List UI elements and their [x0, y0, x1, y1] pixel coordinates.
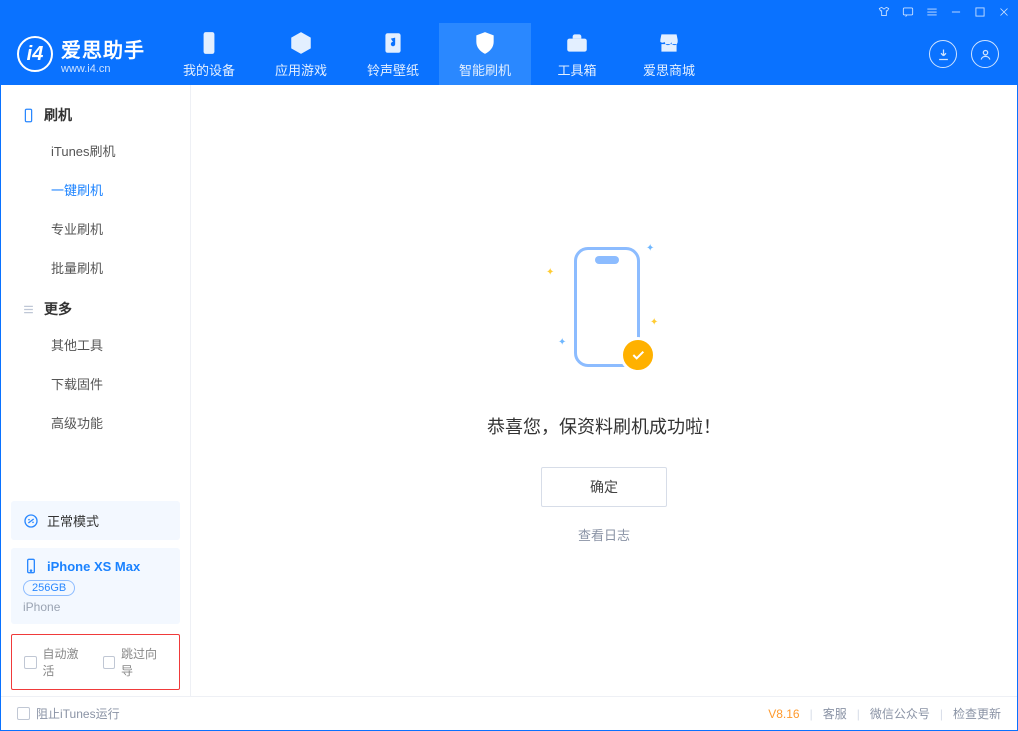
brand-domain: www.i4.cn [61, 63, 145, 75]
tab-toolbox[interactable]: 工具箱 [531, 23, 623, 85]
checkbox-skip-guide[interactable]: 跳过向导 [103, 645, 168, 679]
separator: | [857, 707, 860, 721]
tab-label: 爱思商城 [643, 60, 695, 79]
device-capacity: 256GB [23, 580, 75, 596]
sidebar-item-batch-flash[interactable]: 批量刷机 [1, 248, 190, 287]
sidebar-item-other-tools[interactable]: 其他工具 [1, 325, 190, 364]
success-message: 恭喜您，保资料刷机成功啦！ [487, 413, 721, 439]
checkbox-label: 自动激活 [43, 645, 89, 679]
phone-outline-icon [21, 108, 36, 123]
tab-store[interactable]: 爱思商城 [623, 23, 715, 85]
app-header: i4 爱思助手 www.i4.cn 我的设备 应用游戏 铃声壁纸 智能刷机 [1, 23, 1017, 85]
brand-logo-icon: i4 [17, 36, 53, 72]
sidebar-section-flash: 刷机 [1, 93, 190, 131]
checkbox-auto-activate[interactable]: 自动激活 [24, 645, 89, 679]
sidebar: 刷机 iTunes刷机 一键刷机 专业刷机 批量刷机 更多 其他工具 下载固件 … [1, 85, 191, 696]
sidebar-item-download-firmware[interactable]: 下载固件 [1, 364, 190, 403]
cube-icon [288, 30, 314, 56]
separator: | [940, 707, 943, 721]
store-icon [656, 30, 682, 56]
brand[interactable]: i4 爱思助手 www.i4.cn [1, 23, 163, 85]
window-titlebar [1, 1, 1017, 23]
link-support[interactable]: 客服 [823, 705, 847, 722]
feedback-icon[interactable] [901, 5, 915, 19]
checkbox-box-icon [17, 707, 30, 720]
sparkle-icon: ✦ [646, 243, 654, 254]
device-icon [23, 558, 39, 574]
device-type: iPhone [23, 600, 168, 614]
tab-label: 智能刷机 [459, 60, 511, 79]
tab-label: 我的设备 [183, 60, 235, 79]
mode-label: 正常模式 [47, 511, 99, 530]
menu-icon[interactable] [925, 5, 939, 19]
ok-button[interactable]: 确定 [541, 467, 667, 507]
view-log-link[interactable]: 查看日志 [578, 525, 630, 544]
checkbox-stop-itunes[interactable]: 阻止iTunes运行 [17, 705, 120, 722]
tab-ringtones-wallpapers[interactable]: 铃声壁纸 [347, 23, 439, 85]
toolbox-icon [564, 30, 590, 56]
main-content: ✦ ✦ ✦ ✦ 恭喜您，保资料刷机成功啦！ 确定 查看日志 [191, 85, 1017, 696]
close-icon[interactable] [997, 5, 1011, 19]
list-icon [21, 302, 36, 317]
music-note-icon [380, 30, 406, 56]
tab-smart-flash[interactable]: 智能刷机 [439, 23, 531, 85]
flash-options-highlight: 自动激活 跳过向导 [11, 634, 180, 690]
tab-apps-games[interactable]: 应用游戏 [255, 23, 347, 85]
version-label: V8.16 [768, 707, 799, 721]
separator: | [810, 707, 813, 721]
device-mode-panel[interactable]: 正常模式 [11, 501, 180, 540]
sparkle-icon: ✦ [650, 317, 658, 328]
link-check-update[interactable]: 检查更新 [953, 705, 1001, 722]
sidebar-item-pro-flash[interactable]: 专业刷机 [1, 209, 190, 248]
sparkle-icon: ✦ [558, 337, 566, 348]
status-bar: 阻止iTunes运行 V8.16 | 客服 | 微信公众号 | 检查更新 [1, 696, 1017, 730]
tab-my-device[interactable]: 我的设备 [163, 23, 255, 85]
sidebar-item-itunes-flash[interactable]: iTunes刷机 [1, 131, 190, 170]
section-title: 刷机 [44, 105, 72, 125]
brand-name: 爱思助手 [61, 34, 145, 63]
device-info-panel[interactable]: iPhone XS Max 256GB iPhone [11, 548, 180, 624]
checkbox-label: 跳过向导 [121, 645, 167, 679]
tab-label: 工具箱 [557, 60, 596, 79]
tab-label: 铃声壁纸 [367, 60, 419, 79]
checkbox-box-icon [24, 656, 37, 669]
device-name: iPhone XS Max [47, 559, 140, 574]
download-manager-button[interactable] [929, 40, 957, 68]
sparkle-icon: ✦ [546, 267, 554, 278]
sidebar-item-one-click-flash[interactable]: 一键刷机 [1, 170, 190, 209]
link-wechat[interactable]: 微信公众号 [870, 705, 930, 722]
maximize-icon[interactable] [973, 5, 987, 19]
minimize-icon[interactable] [949, 5, 963, 19]
tshirt-icon[interactable] [877, 5, 891, 19]
mode-normal-icon [23, 513, 39, 529]
shield-refresh-icon [472, 30, 498, 56]
check-badge-icon [620, 337, 656, 373]
checkbox-box-icon [103, 656, 116, 669]
main-tabs: 我的设备 应用游戏 铃声壁纸 智能刷机 工具箱 爱思商城 [163, 23, 715, 85]
success-illustration: ✦ ✦ ✦ ✦ [544, 237, 664, 387]
section-title: 更多 [44, 299, 72, 319]
sidebar-item-advanced[interactable]: 高级功能 [1, 403, 190, 442]
tab-label: 应用游戏 [275, 60, 327, 79]
account-button[interactable] [971, 40, 999, 68]
phone-icon [196, 30, 222, 56]
checkbox-label: 阻止iTunes运行 [36, 705, 120, 722]
sidebar-section-more: 更多 [1, 287, 190, 325]
